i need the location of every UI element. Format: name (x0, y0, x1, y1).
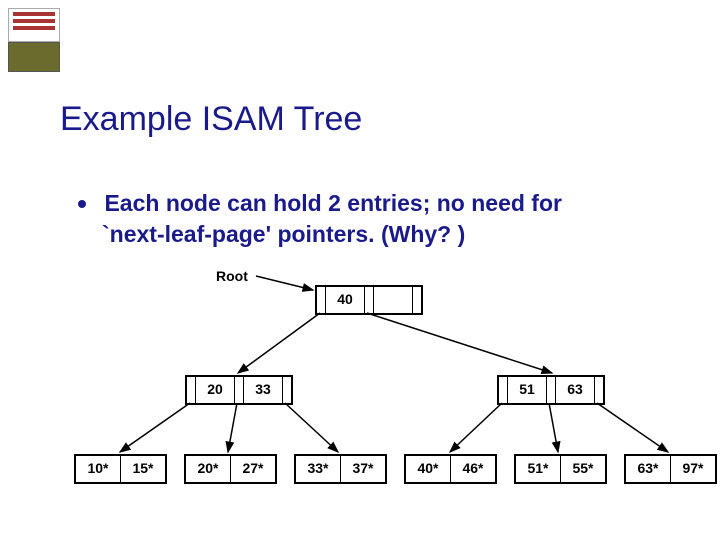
leaf-3-0: 40* (406, 456, 451, 482)
index-left: 20 33 (185, 375, 293, 405)
leaf-5-1: 97* (671, 456, 715, 482)
leaf-1-0: 20* (186, 456, 231, 482)
leaf-3: 40* 46* (404, 454, 497, 484)
leaf-4: 51* 55* (514, 454, 607, 484)
leaf-4-0: 51* (516, 456, 561, 482)
leaf-5: 63* 97* (624, 454, 717, 484)
index-left-key-0: 20 (196, 377, 235, 403)
leaf-0: 10* 15* (74, 454, 167, 484)
leaf-1: 20* 27* (184, 454, 277, 484)
root-key-1 (374, 287, 413, 313)
diagram: Root 40 20 33 51 63 10* 15* 20* 27* 33* … (0, 0, 720, 540)
index-left-key-1: 33 (244, 377, 283, 403)
leaf-0-1: 15* (121, 456, 165, 482)
root-key-0: 40 (326, 287, 365, 313)
root-node: 40 (315, 285, 423, 315)
leaf-2: 33* 37* (294, 454, 387, 484)
root-label: Root (216, 268, 248, 284)
leaf-2-1: 37* (341, 456, 385, 482)
leaf-4-1: 55* (561, 456, 605, 482)
leaf-5-0: 63* (626, 456, 671, 482)
leaf-2-0: 33* (296, 456, 341, 482)
leaf-3-1: 46* (451, 456, 495, 482)
leaf-1-1: 27* (231, 456, 275, 482)
index-right: 51 63 (497, 375, 605, 405)
index-right-key-1: 63 (556, 377, 595, 403)
index-right-key-0: 51 (508, 377, 547, 403)
leaf-0-0: 10* (76, 456, 121, 482)
